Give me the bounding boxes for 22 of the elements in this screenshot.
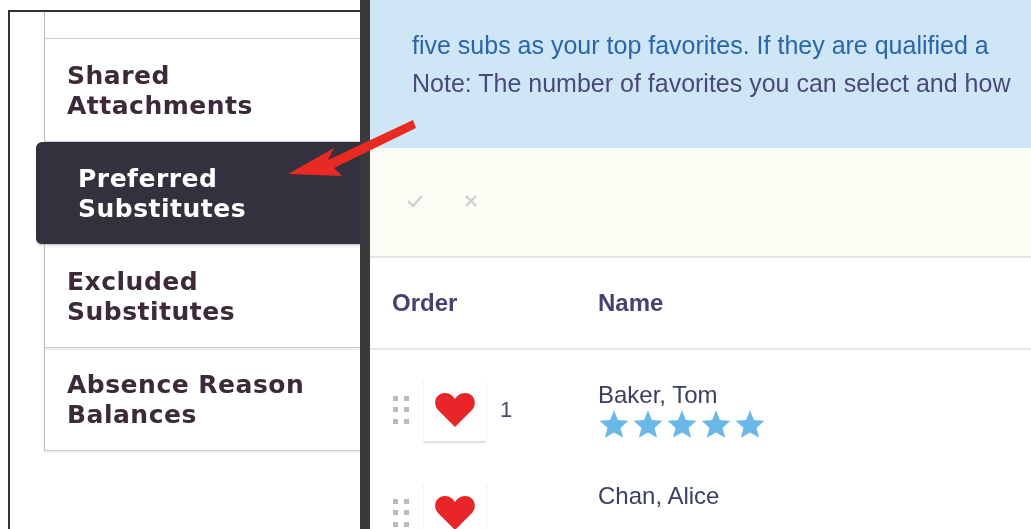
sidebar-item[interactable] bbox=[44, 12, 360, 39]
favorite-button[interactable] bbox=[424, 379, 486, 441]
favorite-button[interactable] bbox=[424, 482, 486, 529]
check-icon bbox=[406, 193, 424, 208]
info-text: Note: The number of favorites you can select and how bbox=[412, 68, 1012, 99]
sidebar-item[interactable]: Preferred Substitutes bbox=[36, 142, 360, 245]
star-icon bbox=[700, 409, 732, 439]
substitute-name: Baker, Tom bbox=[598, 381, 719, 409]
drag-handle-icon[interactable] bbox=[392, 498, 410, 528]
star-icon bbox=[666, 409, 698, 439]
star-icon bbox=[632, 409, 664, 439]
substitute-name: Chan, Alice bbox=[598, 482, 721, 510]
close-icon bbox=[464, 193, 478, 208]
star-icon bbox=[734, 409, 766, 439]
heart-icon bbox=[434, 392, 476, 428]
column-header[interactable]: Name bbox=[598, 289, 1031, 317]
order-number: 1 bbox=[500, 397, 513, 423]
heart-icon bbox=[434, 495, 476, 529]
column-header[interactable]: Order bbox=[370, 289, 598, 317]
drag-handle-icon[interactable] bbox=[392, 395, 410, 425]
star-icon bbox=[598, 409, 630, 439]
info-text: five subs as your top favorites. If they are qualified a bbox=[412, 30, 990, 61]
